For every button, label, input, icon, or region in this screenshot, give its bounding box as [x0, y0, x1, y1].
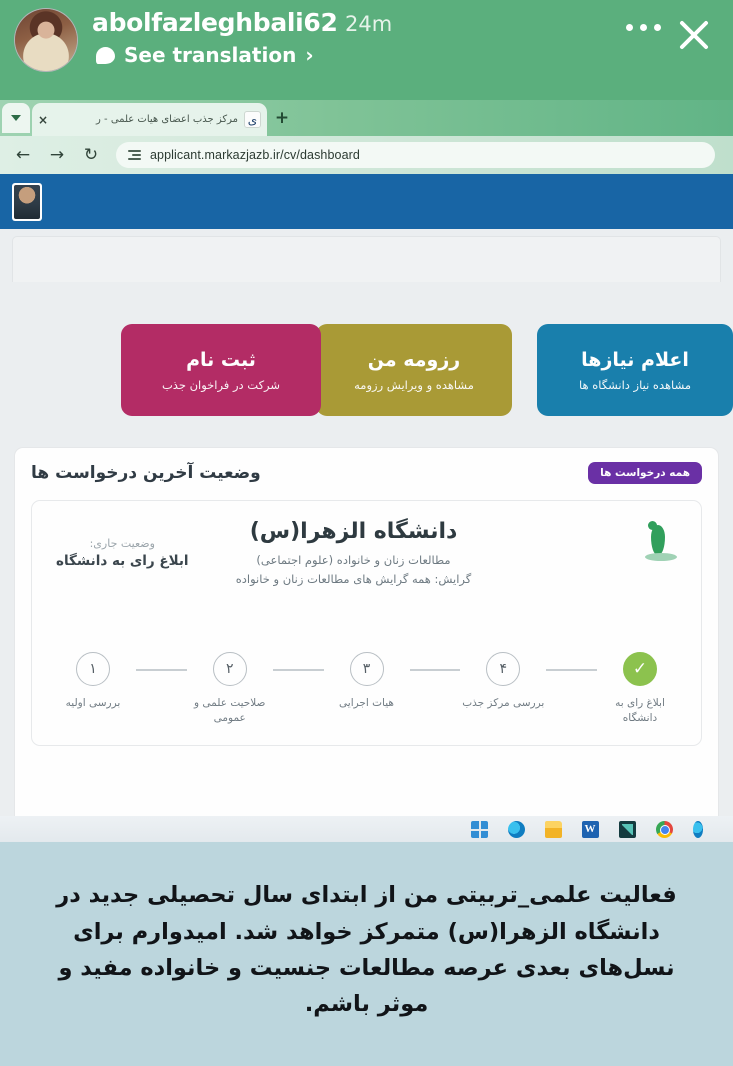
university-orientation: گرایش: همه گرایش های مطالعات زنان و خانو… — [235, 572, 472, 586]
edge-icon[interactable] — [507, 820, 525, 838]
site-settings-icon[interactable] — [128, 150, 141, 160]
university-logo-icon — [639, 519, 683, 567]
card-subtitle: مشاهده و ویرایش رزومه — [354, 377, 474, 392]
step-item[interactable]: ۳ هیات اجرایی — [324, 651, 410, 712]
step-connector — [546, 668, 597, 671]
card-subtitle: مشاهده نیاز دانشگاه ها — [579, 377, 691, 392]
step-item[interactable]: ۱ بررسی اولیه — [50, 651, 136, 712]
browser-tab-strip: ی مرکز جذب اعضای هیأت علمی - ر × + — [0, 100, 733, 136]
step-label: بررسی مرکز جذب — [462, 696, 545, 709]
step-node: ۱ — [76, 651, 110, 686]
step-node-completed: ✓ — [623, 651, 657, 686]
tab-title: مرکز جذب اعضای هیأت علمی - ر — [96, 114, 238, 125]
app-icon[interactable] — [618, 820, 636, 838]
card-my-resume[interactable]: رزومه من مشاهده و ویرایش رزومه — [316, 324, 512, 416]
card-subtitle: شرکت در فراخوان جذب — [161, 377, 281, 392]
file-explorer-icon[interactable] — [544, 820, 562, 838]
step-label: ابلاغ رای به دانشگاه — [615, 696, 665, 725]
story-timestamp: 24m — [345, 12, 393, 36]
avatar-image — [15, 9, 77, 71]
edge-partial-icon[interactable] — [692, 820, 703, 838]
favicon-icon: ی — [244, 111, 261, 128]
forward-icon[interactable]: → — [42, 140, 72, 170]
close-icon[interactable] — [671, 12, 717, 58]
browser-toolbar: ← → ↻ applicant.markazjazb.ir/cv/dashboa… — [0, 136, 733, 174]
quick-action-cards: اعلام نیازها مشاهده نیاز دانشگاه ها رزوم… — [0, 324, 733, 420]
tab-close-icon[interactable]: × — [38, 113, 48, 127]
embedded-browser-screenshot: ی مرکز جذب اعضای هیأت علمی - ر × + ← → ↻… — [0, 100, 733, 842]
chevron-right-icon: › — [305, 43, 314, 67]
card-title: رزومه من — [367, 348, 461, 371]
step-item[interactable]: ۴ بررسی مرکز جذب — [460, 651, 546, 712]
caption-text: فعالیت علمی_تربیتی من از ابتدای سال تحصی… — [56, 882, 677, 1018]
more-options-icon[interactable] — [626, 24, 661, 31]
step-node: ۴ — [486, 651, 521, 686]
tab-list-menu-icon[interactable] — [2, 103, 30, 133]
requests-title: وضعیت آخرین درخواست ها — [31, 463, 261, 483]
all-requests-badge[interactable]: همه درخواست ها — [588, 462, 702, 484]
avatar[interactable] — [14, 8, 78, 72]
url-text: applicant.markazjazb.ir/cv/dashboard — [150, 148, 360, 162]
page-toolbar-strip — [12, 236, 721, 282]
site-header-bar — [0, 174, 733, 229]
card-title: ثبت نام — [186, 348, 256, 371]
step-node: ۳ — [349, 651, 384, 686]
card-register[interactable]: ثبت نام شرکت در فراخوان جذب — [121, 324, 321, 416]
step-connector — [409, 668, 461, 671]
back-icon[interactable]: ← — [8, 140, 38, 170]
card-declare-needs[interactable]: اعلام نیازها مشاهده نیاز دانشگاه ها — [537, 324, 733, 416]
story-header: abolfazleghbali62 24m See translation › — [0, 0, 733, 100]
step-label: هیات اجرایی — [339, 696, 394, 709]
instagram-story: abolfazleghbali62 24m See translation › … — [0, 0, 733, 1066]
story-caption: فعالیت علمی_تربیتی من از ابتدای سال تحصی… — [0, 842, 733, 1066]
current-status: وضعیت جاری: ابلاغ رای به دانشگاه — [56, 537, 189, 569]
step-item[interactable]: ۲ صلاحیت علمی و عمومی — [187, 651, 273, 728]
step-label: بررسی اولیه — [65, 696, 121, 709]
requests-header: همه درخواست ها وضعیت آخرین درخواست ها — [31, 462, 702, 484]
word-icon[interactable]: W — [581, 820, 599, 838]
story-username[interactable]: abolfazleghbali62 — [92, 8, 338, 37]
current-status-label: وضعیت جاری: — [89, 537, 155, 550]
browser-tab[interactable]: ی مرکز جذب اعضای هیأت علمی - ر × — [32, 103, 267, 136]
new-tab-icon[interactable]: + — [273, 110, 291, 128]
current-status-value: ابلاغ رای به دانشگاه — [56, 553, 189, 569]
progress-stepper: ۱ بررسی اولیه ۲ صلاحیت علمی و عمومی ۳ هی… — [50, 651, 683, 728]
speech-bubble-icon — [96, 46, 115, 64]
start-icon[interactable] — [470, 820, 488, 838]
step-label: صلاحیت علمی و عمومی — [194, 696, 266, 725]
address-bar[interactable]: applicant.markazjazb.ir/cv/dashboard — [116, 142, 715, 168]
windows-taskbar: W — [0, 816, 733, 842]
web-page: اعلام نیازها مشاهده نیاز دانشگاه ها رزوم… — [0, 174, 733, 842]
requests-panel: همه درخواست ها وضعیت آخرین درخواست ها وض… — [14, 447, 719, 842]
step-connector — [272, 668, 324, 671]
see-translation-button[interactable]: See translation › — [96, 43, 314, 67]
step-node: ۲ — [212, 651, 247, 686]
request-item-card[interactable]: وضعیت جاری: ابلاغ رای به دانشگاه دانشگاه… — [31, 500, 702, 746]
step-connector — [136, 668, 187, 671]
user-avatar[interactable] — [12, 182, 42, 221]
see-translation-label: See translation — [124, 43, 297, 67]
step-item[interactable]: ✓ ابلاغ رای به دانشگاه — [597, 651, 683, 728]
chrome-icon[interactable] — [655, 820, 673, 838]
card-title: اعلام نیازها — [581, 348, 689, 371]
reload-icon[interactable]: ↻ — [76, 140, 106, 170]
